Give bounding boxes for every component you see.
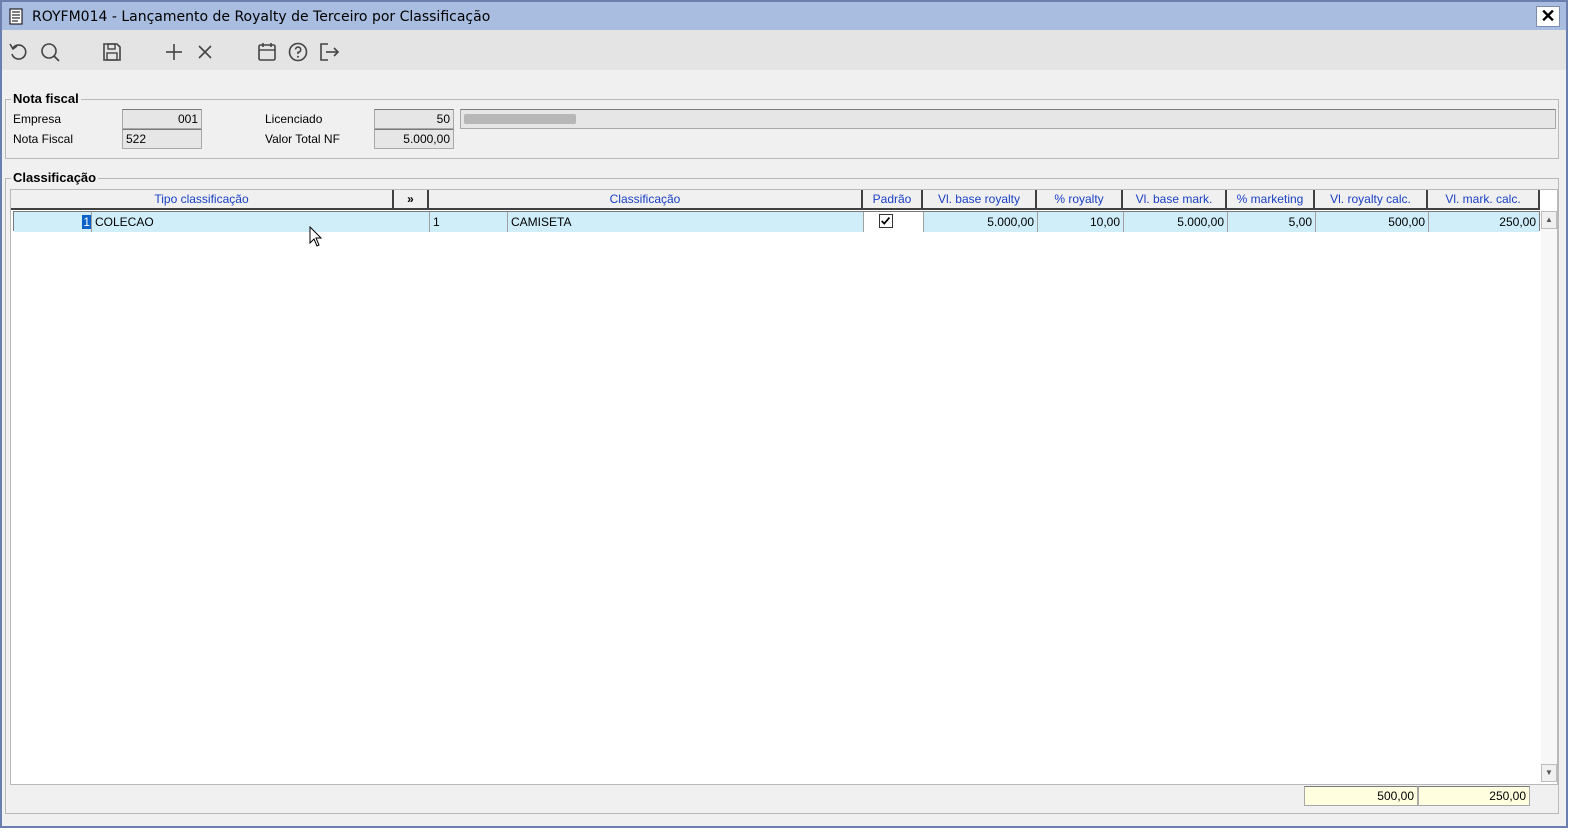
tipo-desc-cell[interactable]: COLECAO [92, 212, 430, 232]
scroll-up-button[interactable]: ▲ [1541, 211, 1557, 229]
header-pct-royalty[interactable]: % royalty [1037, 190, 1123, 210]
close-button[interactable]: ✕ [1536, 6, 1560, 27]
header-padrao[interactable]: Padrão [863, 190, 923, 210]
calendar-icon[interactable] [255, 40, 279, 64]
class-code-cell[interactable]: 1 [430, 212, 508, 232]
header-vl-royalty-calc[interactable]: Vl. royalty calc. [1315, 190, 1428, 210]
nota-fiscal-label: Nota Fiscal [13, 132, 74, 146]
header-tipo-classificacao[interactable]: Tipo classificação [11, 190, 394, 210]
toolbar [2, 30, 1566, 70]
padrao-checkbox[interactable] [879, 214, 893, 228]
help-icon[interactable] [286, 40, 310, 64]
application-window: ROYFM014 - Lançamento de Royalty de Terc… [0, 0, 1568, 828]
save-icon[interactable] [100, 40, 124, 64]
window-title: ROYFM014 - Lançamento de Royalty de Terc… [32, 9, 491, 25]
tipo-code-value: 1 [82, 215, 91, 229]
class-desc-cell[interactable]: CAMISETA [508, 212, 864, 232]
redacted-name-block [464, 114, 576, 124]
document-icon [9, 8, 23, 25]
nota-fiscal-field[interactable]: 522 [122, 129, 202, 149]
refresh-icon[interactable] [7, 40, 31, 64]
vl-base-mark-cell[interactable]: 5.000,00 [1124, 212, 1228, 232]
vl-mark-calc-cell[interactable]: 250,00 [1429, 212, 1539, 232]
classificacao-legend: Classificação [11, 170, 99, 185]
tipo-code-cell[interactable]: 1 [14, 212, 92, 232]
header-vl-mark-calc[interactable]: Vl. mark. calc. [1428, 190, 1540, 210]
header-pct-marketing[interactable]: % marketing [1227, 190, 1315, 210]
licenciado-label: Licenciado [265, 112, 323, 126]
search-icon[interactable] [38, 40, 62, 64]
vertical-scrollbar[interactable] [1541, 211, 1557, 766]
total-marketing-field: 250,00 [1418, 786, 1530, 806]
exit-icon[interactable] [317, 40, 341, 64]
title-bar: ROYFM014 - Lançamento de Royalty de Terc… [2, 2, 1566, 30]
licenciado-name-field [460, 109, 1556, 129]
pct-royalty-cell[interactable]: 10,00 [1038, 212, 1124, 232]
expand-columns-button[interactable]: » [394, 190, 429, 210]
mouse-cursor-icon [309, 226, 323, 247]
padrao-cell[interactable] [864, 212, 924, 232]
classificacao-grid: Tipo classificação » Classificação Padrã… [10, 189, 1558, 785]
table-row[interactable]: 1 COLECAO 1 CAMISETA 5.000,00 10,00 5.00… [13, 211, 1540, 232]
vl-royalty-calc-cell[interactable]: 500,00 [1316, 212, 1429, 232]
vl-base-royalty-cell[interactable]: 5.000,00 [924, 212, 1038, 232]
nota-fiscal-group [5, 99, 1559, 159]
scroll-down-button[interactable]: ▼ [1541, 764, 1557, 782]
total-royalty-field: 500,00 [1304, 786, 1418, 806]
valor-total-label: Valor Total NF [265, 132, 340, 146]
header-classificacao[interactable]: Classificação [429, 190, 863, 210]
form-content: Nota fiscal Empresa 001 Nota Fiscal 522 … [2, 70, 1566, 826]
close-icon: ✕ [1540, 6, 1556, 26]
nota-fiscal-legend: Nota fiscal [11, 91, 81, 106]
empresa-label: Empresa [13, 112, 62, 126]
delete-icon[interactable] [193, 40, 217, 64]
header-vl-base-mark[interactable]: Vl. base mark. [1123, 190, 1227, 210]
checkmark-icon [881, 217, 891, 225]
pct-marketing-cell[interactable]: 5,00 [1228, 212, 1316, 232]
add-icon[interactable] [162, 40, 186, 64]
header-vl-base-royalty[interactable]: Vl. base royalty [923, 190, 1037, 210]
valor-total-field[interactable]: 5.000,00 [374, 129, 454, 149]
empresa-field[interactable]: 001 [122, 109, 202, 129]
licenciado-code-field[interactable]: 50 [374, 109, 454, 129]
